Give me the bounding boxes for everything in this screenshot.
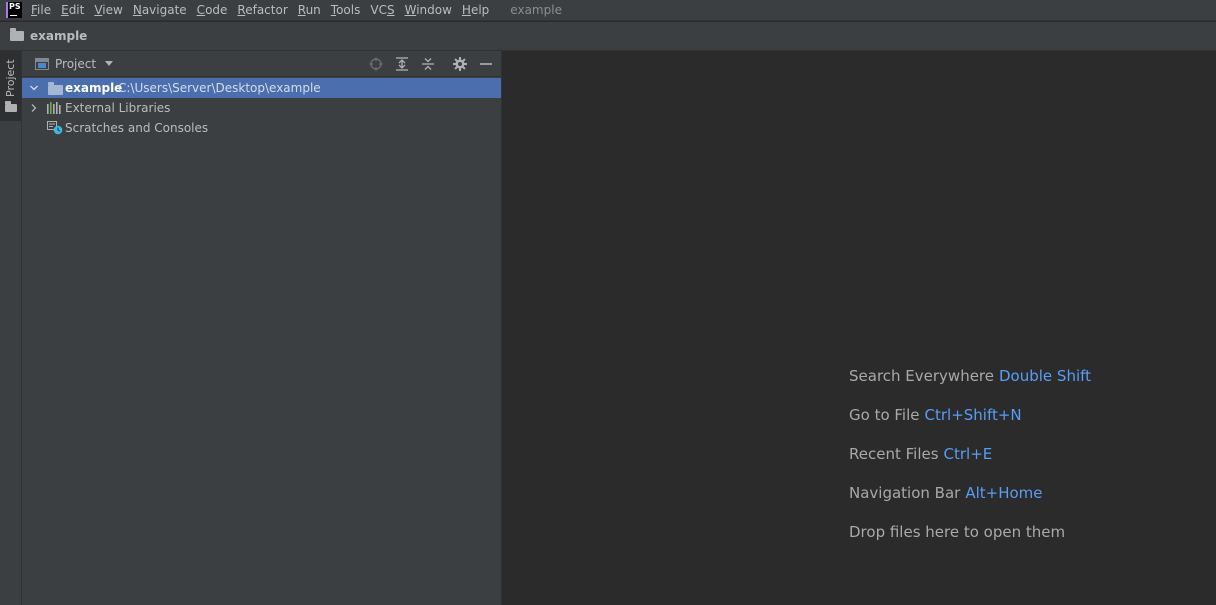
- editor-hints: Search Everywhere Double Shift Go to File…: [849, 367, 1091, 562]
- project-view-icon: [35, 57, 49, 70]
- tree-row-scratches[interactable]: Scratches and Consoles: [22, 118, 501, 138]
- folder-icon: [10, 28, 24, 41]
- hint-drop-files: Drop files here to open them: [849, 523, 1066, 541]
- shortcut-label: Ctrl+Shift+N: [924, 406, 1022, 424]
- chevron-down-icon[interactable]: [29, 83, 39, 93]
- menu-vcs[interactable]: VCS: [365, 0, 399, 21]
- project-tool-label: Project: [4, 59, 17, 97]
- project-view-selector[interactable]: Project: [55, 57, 96, 71]
- library-icon: [47, 102, 61, 114]
- tree-row-project-root[interactable]: example C:\Users\Server\Desktop\example: [22, 78, 501, 98]
- menu-window[interactable]: Window: [400, 0, 457, 21]
- minimize-icon[interactable]: [476, 54, 496, 74]
- project-panel-header: Project: [22, 51, 502, 77]
- menu-refactor[interactable]: Refactor: [232, 0, 292, 21]
- project-tool-window-button[interactable]: Project: [0, 51, 21, 121]
- collapse-all-icon[interactable]: [418, 54, 438, 74]
- project-root-path: C:\Users\Server\Desktop\example: [118, 81, 321, 95]
- scratches-label: Scratches and Consoles: [65, 121, 209, 135]
- menu-help[interactable]: Help: [457, 0, 494, 21]
- chevron-down-icon[interactable]: [105, 61, 114, 66]
- shortcut-label: Ctrl+E: [943, 445, 993, 463]
- navigation-bar: example: [0, 22, 1216, 51]
- tree-row-external-libraries[interactable]: External Libraries: [22, 98, 501, 118]
- gear-icon[interactable]: [450, 54, 470, 74]
- window-title: example: [510, 2, 562, 17]
- project-tree: example C:\Users\Server\Desktop\example …: [22, 78, 501, 138]
- menu-bar: PS File Edit View Navigate Code Refactor…: [0, 0, 1216, 21]
- left-tool-strip: Project: [0, 51, 22, 605]
- hint-search-everywhere: Search Everywhere Double Shift: [849, 367, 1092, 385]
- external-libraries-label: External Libraries: [65, 101, 171, 115]
- menu-navigate[interactable]: Navigate: [128, 0, 192, 21]
- hint-go-to-file: Go to File Ctrl+Shift+N: [849, 406, 1022, 424]
- menu-edit[interactable]: Edit: [56, 0, 89, 21]
- shortcut-label: Alt+Home: [965, 484, 1043, 502]
- scratches-icon: [47, 121, 63, 135]
- menu-file[interactable]: File: [26, 0, 56, 21]
- project-root-name: example: [65, 81, 123, 95]
- folder-icon: [5, 101, 17, 112]
- breadcrumb-project[interactable]: example: [30, 29, 87, 43]
- hint-recent-files: Recent Files Ctrl+E: [849, 445, 993, 463]
- menu-code[interactable]: Code: [192, 0, 233, 21]
- menu-view[interactable]: View: [89, 0, 127, 21]
- phpstorm-logo-icon[interactable]: PS: [6, 2, 22, 18]
- folder-icon: [48, 82, 63, 95]
- chevron-right-icon[interactable]: [29, 103, 39, 113]
- menu-tools[interactable]: Tools: [326, 0, 366, 21]
- shortcut-label: Double Shift: [999, 367, 1092, 385]
- expand-all-icon[interactable]: [392, 54, 412, 74]
- project-panel: Project example C:\Users\Server\Desktop\…: [22, 51, 502, 605]
- panel-actions: [360, 51, 496, 77]
- menu-run[interactable]: Run: [293, 0, 326, 21]
- hint-navigation-bar: Navigation Bar Alt+Home: [849, 484, 1043, 502]
- editor-empty-area[interactable]: Search Everywhere Double Shift Go to File…: [502, 51, 1216, 605]
- locate-icon[interactable]: [366, 54, 386, 74]
